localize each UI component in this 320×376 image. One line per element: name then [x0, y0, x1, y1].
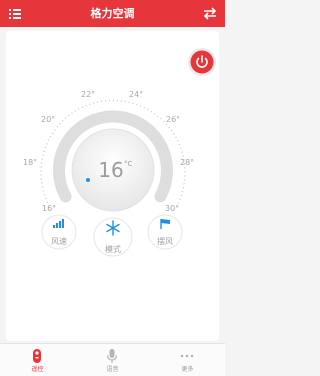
temp-label-16: 16°: [42, 204, 56, 213]
indicator-dot: [86, 178, 90, 182]
bottom-nav: 遥控 语音 更多: [0, 343, 225, 376]
nav-item-remote[interactable]: 遥控: [0, 344, 75, 376]
swap-button[interactable]: [199, 4, 221, 23]
microphone-icon: [106, 349, 118, 363]
top-bar: 格力空调: [0, 0, 225, 27]
temp-label-26: 26°: [166, 115, 180, 124]
fan-speed-label: 风速: [51, 237, 67, 246]
swing-button[interactable]: 摆风: [147, 214, 183, 250]
current-temperature: 16: [98, 158, 123, 182]
remote-icon: [33, 349, 41, 363]
power-button[interactable]: [187, 47, 217, 77]
nav-label-remote: 遥控: [31, 366, 44, 373]
swap-arrows-icon: [203, 7, 217, 20]
nav-item-voice[interactable]: 语音: [75, 344, 150, 376]
temp-label-30: 30°: [165, 204, 179, 213]
mode-label: 模式: [105, 244, 121, 254]
temp-label-22: 22°: [81, 90, 95, 99]
fan-speed-button[interactable]: 风速: [41, 214, 77, 250]
app-title: 格力空调: [90, 7, 135, 20]
temp-label-18: 18°: [23, 158, 37, 167]
temperature-unit: °C: [124, 160, 133, 168]
swing-label: 摆风: [157, 236, 173, 246]
nav-label-more: 更多: [181, 366, 194, 373]
power-icon: [188, 48, 216, 76]
temp-label-20: 20°: [41, 115, 55, 124]
temp-label-24: 24°: [129, 90, 143, 99]
more-dots-icon: [180, 354, 194, 358]
nav-item-more[interactable]: 更多: [150, 344, 225, 376]
mode-button[interactable]: 模式: [93, 217, 133, 257]
nav-label-voice: 语音: [106, 366, 119, 373]
temp-label-28: 28°: [180, 158, 194, 167]
